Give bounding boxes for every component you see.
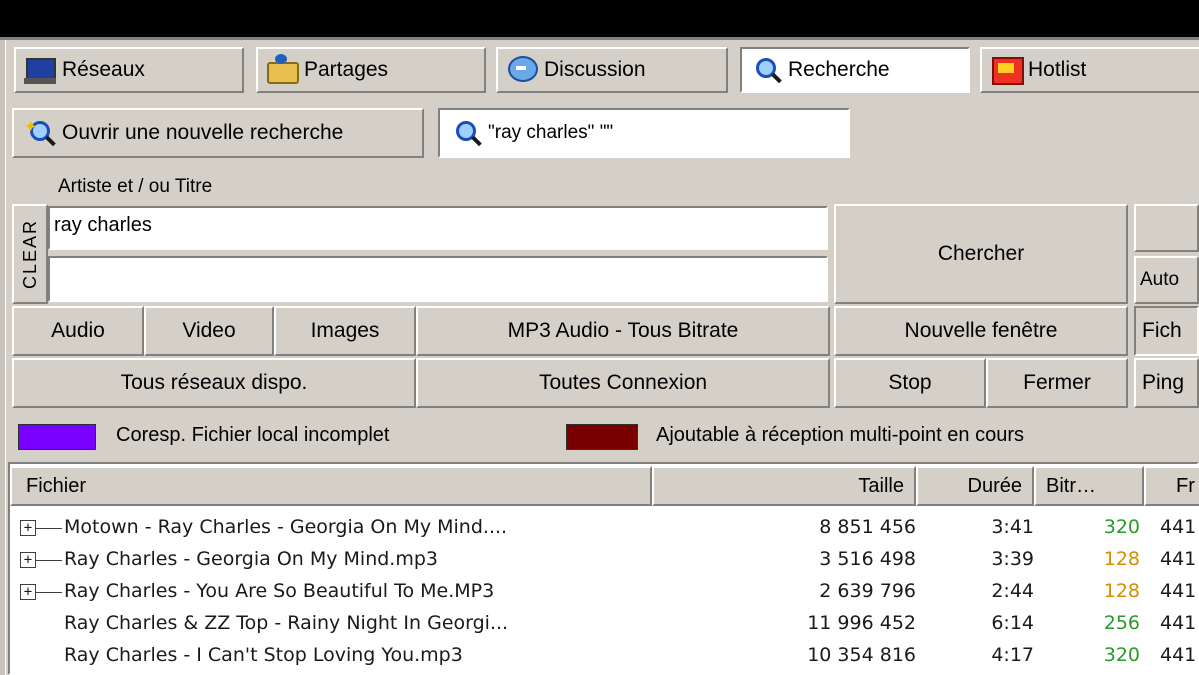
- artist-title-input[interactable]: ray charles: [48, 206, 828, 250]
- incomplete-color-swatch: [18, 424, 96, 450]
- hotlist-icon: [988, 54, 1024, 86]
- bitrate-cell: 128: [1103, 580, 1140, 602]
- bitrate-cell: 256: [1103, 612, 1140, 634]
- top-right-button[interactable]: [1134, 204, 1199, 252]
- stop-button[interactable]: Stop: [834, 358, 986, 408]
- file-cell: Ray Charles - Georgia On My Mind.mp3: [64, 548, 438, 570]
- chat-icon: [504, 54, 540, 86]
- frequency-cell: 441: [1160, 644, 1197, 666]
- incomplete-legend-label: Coresp. Fichier local incomplet: [116, 424, 390, 446]
- size-cell: 2 639 796: [819, 580, 916, 602]
- file-cell: Ray Charles & ZZ Top - Rainy Night In Ge…: [64, 612, 509, 634]
- expand-icon[interactable]: +: [20, 520, 36, 536]
- multipoint-legend-label: Ajoutable à réception multi-point en cou…: [656, 424, 1024, 446]
- new-window-button[interactable]: Nouvelle fenêtre: [834, 306, 1128, 356]
- networks-filter-button[interactable]: Tous réseaux dispo.: [12, 358, 416, 408]
- column-header-duration[interactable]: Durée: [916, 466, 1034, 506]
- file-cell: Motown - Ray Charles - Georgia On My Min…: [64, 516, 508, 538]
- new-search-label: Ouvrir une nouvelle recherche: [62, 121, 344, 144]
- tab-label: Partages: [304, 58, 389, 81]
- tab-discussion[interactable]: Discussion: [496, 47, 728, 93]
- search-icon: [448, 117, 488, 149]
- column-header-bitrate[interactable]: Bitr…: [1034, 466, 1144, 506]
- tab-label: Discussion: [544, 58, 646, 81]
- ping-button[interactable]: Ping: [1134, 358, 1199, 408]
- title-bar: [0, 0, 1199, 40]
- table-row[interactable]: Ray Charles & ZZ Top - Rainy Night In Ge…: [10, 608, 1199, 640]
- size-cell: 8 851 456: [819, 516, 916, 538]
- tab-label: Hotlist: [1028, 58, 1087, 81]
- expand-icon[interactable]: +: [20, 552, 36, 568]
- duration-cell: 3:41: [991, 516, 1034, 538]
- column-header-file[interactable]: Fichier: [10, 466, 652, 506]
- frequency-cell: 441: [1160, 516, 1197, 538]
- table-row[interactable]: + Ray Charles - Georgia On My Mind.mp3 3 5…: [10, 544, 1199, 576]
- search-button[interactable]: Chercher: [834, 204, 1128, 304]
- tree-line: [36, 560, 62, 561]
- bitrate-cell: 320: [1103, 516, 1140, 538]
- column-header-frequency[interactable]: Fr: [1144, 466, 1199, 506]
- duration-cell: 2:44: [991, 580, 1034, 602]
- tree-line: [36, 528, 62, 529]
- search-query-tab[interactable]: "ray charles" "": [438, 108, 850, 158]
- filter-images-button[interactable]: Images: [274, 306, 416, 356]
- duration-cell: 6:14: [991, 612, 1034, 634]
- filter-video-button[interactable]: Video: [144, 306, 274, 356]
- column-header-size[interactable]: Taille: [652, 466, 916, 506]
- bitrate-cell: 128: [1103, 548, 1140, 570]
- filter-audio-button[interactable]: Audio: [12, 306, 144, 356]
- tab-label: Recherche: [788, 58, 890, 81]
- secondary-search-input[interactable]: [48, 256, 828, 302]
- table-row[interactable]: + Motown - Ray Charles - Georgia On My Mi…: [10, 512, 1199, 544]
- tab-recherche[interactable]: Recherche: [740, 47, 970, 93]
- expand-icon[interactable]: +: [20, 584, 36, 600]
- clear-button[interactable]: CLEAR: [12, 204, 48, 304]
- tab-partages[interactable]: Partages: [256, 47, 486, 93]
- new-search-icon: ✦: [22, 117, 62, 149]
- frequency-cell: 441: [1160, 580, 1197, 602]
- clear-label: CLEAR: [19, 218, 40, 290]
- search-query-tab-label: "ray charles" "": [488, 122, 614, 143]
- format-filter-button[interactable]: MP3 Audio - Tous Bitrate: [416, 306, 830, 356]
- frequency-cell: 441: [1160, 612, 1197, 634]
- auto-button[interactable]: Auto: [1134, 256, 1199, 304]
- fichier-button[interactable]: Fich: [1134, 306, 1199, 356]
- window-edge: [0, 40, 6, 675]
- new-search-button[interactable]: ✦ Ouvrir une nouvelle recherche: [12, 108, 424, 158]
- search-icon: [748, 54, 784, 86]
- table-row[interactable]: Ray Charles - I Can't Stop Loving You.mp…: [10, 640, 1199, 672]
- close-button[interactable]: Fermer: [986, 358, 1128, 408]
- share-icon: [264, 54, 300, 86]
- table-row[interactable]: + Ray Charles - You Are So Beautiful To M…: [10, 576, 1199, 608]
- file-cell: Ray Charles - I Can't Stop Loving You.mp…: [64, 644, 463, 666]
- results-list: + Motown - Ray Charles - Georgia On My Mi…: [10, 506, 1199, 675]
- size-cell: 10 354 816: [807, 644, 916, 666]
- duration-cell: 3:39: [991, 548, 1034, 570]
- tab-reseaux[interactable]: Réseaux: [14, 47, 244, 93]
- tab-label: Réseaux: [62, 58, 145, 81]
- artist-title-label: Artiste et / ou Titre: [58, 176, 213, 197]
- connection-filter-button[interactable]: Toutes Connexion: [416, 358, 830, 408]
- frequency-cell: 441: [1160, 548, 1197, 570]
- network-icon: [22, 54, 58, 86]
- duration-cell: 4:17: [991, 644, 1034, 666]
- tree-line: [36, 592, 62, 593]
- multipoint-color-swatch: [566, 424, 638, 450]
- tab-hotlist[interactable]: Hotlist: [980, 47, 1199, 93]
- file-cell: Ray Charles - You Are So Beautiful To Me…: [64, 580, 495, 602]
- bitrate-cell: 320: [1103, 644, 1140, 666]
- size-cell: 3 516 498: [819, 548, 916, 570]
- size-cell: 11 996 452: [807, 612, 916, 634]
